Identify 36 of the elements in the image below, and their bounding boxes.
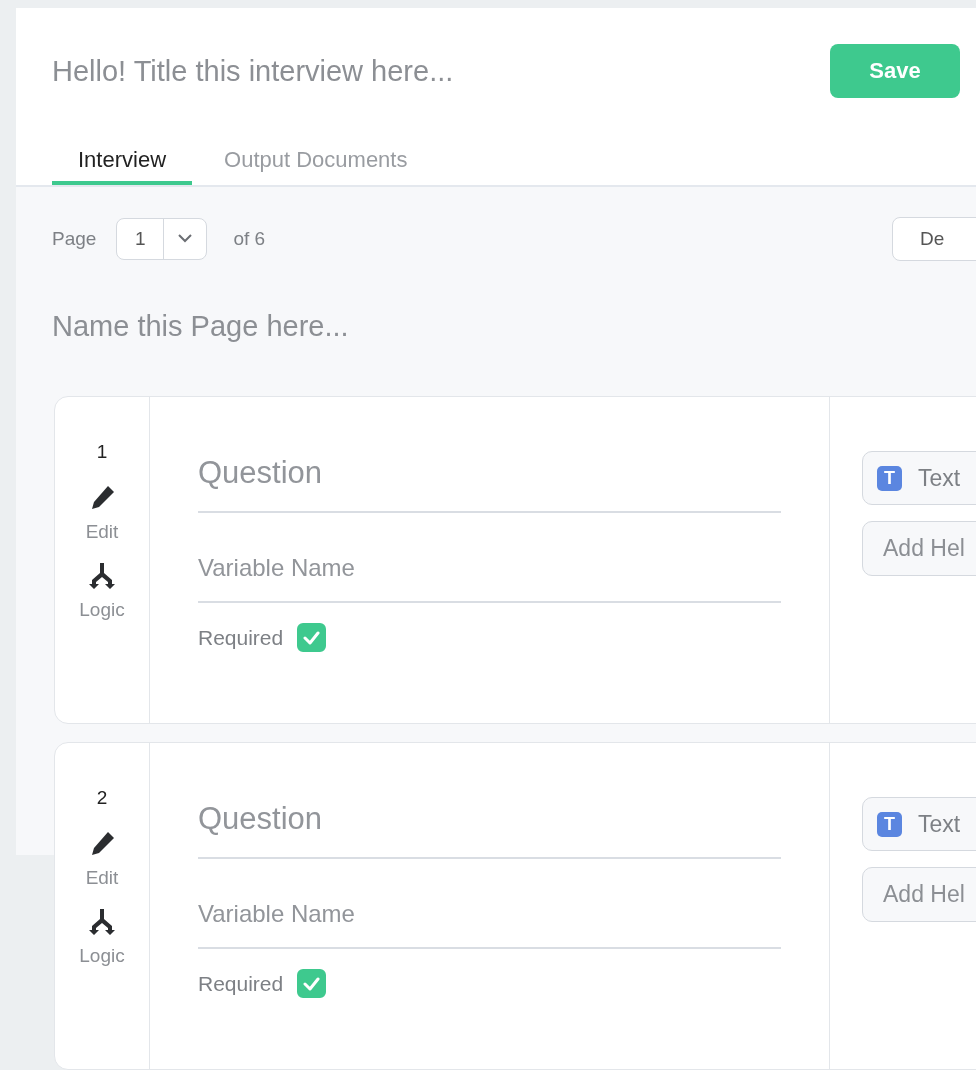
variable-name-field[interactable]: Variable Name	[198, 859, 781, 949]
page-count: of 6	[233, 227, 266, 250]
variable-name-field[interactable]: Variable Name	[198, 513, 781, 603]
page-label: Page	[52, 227, 97, 250]
action-button[interactable]: Logic	[79, 907, 125, 967]
action-button[interactable]: Edit	[85, 829, 119, 889]
check-icon	[303, 976, 321, 991]
type-label: Text	[918, 810, 961, 838]
required-label: Required	[198, 971, 284, 996]
action-button[interactable]: Logic	[79, 561, 125, 621]
required-checkbox[interactable]	[297, 969, 327, 998]
tab[interactable]: Interview	[52, 134, 193, 185]
save-button[interactable]: Save	[830, 44, 960, 98]
question-field[interactable]: Question	[198, 787, 781, 859]
type-select[interactable]: T Text	[862, 797, 976, 851]
check-icon	[303, 630, 321, 645]
help-field[interactable]: Add Hel	[862, 521, 976, 576]
required-checkbox[interactable]	[297, 623, 327, 652]
required-label: Required	[198, 625, 284, 650]
action-button[interactable]: Edit	[85, 483, 119, 543]
type-badge: T	[877, 465, 902, 491]
help-field[interactable]: Add Hel	[862, 867, 976, 922]
caret-icon	[178, 234, 193, 243]
fork-icon	[87, 561, 117, 591]
tab[interactable]: Output Documents	[198, 134, 434, 185]
page-name-field[interactable]: Name this Page here...	[52, 304, 752, 348]
type-badge: T	[877, 811, 902, 837]
question-number: 2	[96, 787, 108, 809]
question-number: 1	[96, 441, 108, 463]
question-field[interactable]: Question	[198, 441, 781, 513]
page-select[interactable]: 1	[116, 217, 208, 260]
fork-icon	[87, 907, 117, 937]
type-label: Text	[918, 464, 961, 492]
type-select[interactable]: T Text	[862, 451, 976, 505]
page-button[interactable]: De	[892, 216, 976, 261]
title-field[interactable]: Hello! Title this interview here...	[52, 54, 792, 88]
